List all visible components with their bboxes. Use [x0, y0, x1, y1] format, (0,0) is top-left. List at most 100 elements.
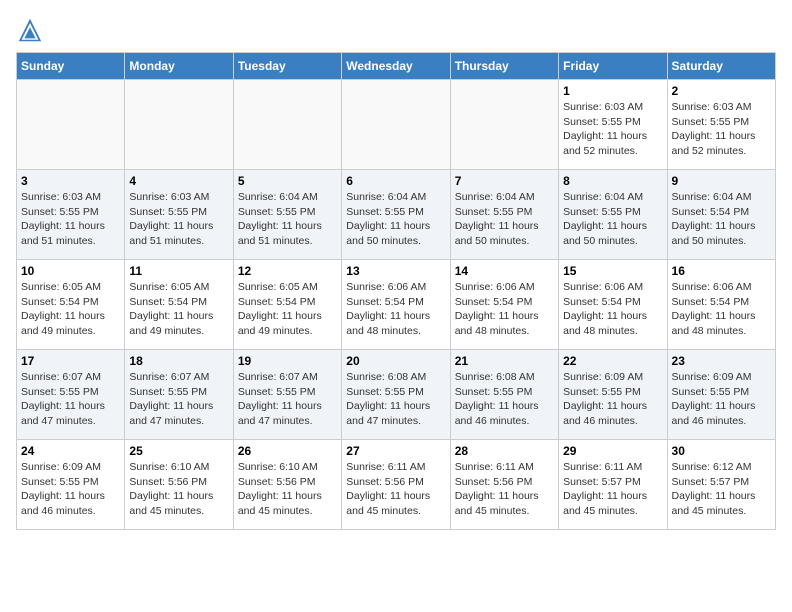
day-info: Sunrise: 6:09 AMSunset: 5:55 PMDaylight:…: [672, 370, 771, 429]
calendar-cell: 18 Sunrise: 6:07 AMSunset: 5:55 PMDayligh…: [125, 350, 233, 440]
day-info: Sunrise: 6:09 AMSunset: 5:55 PMDaylight:…: [21, 460, 120, 519]
day-number: 27: [346, 444, 445, 458]
calendar-table: SundayMondayTuesdayWednesdayThursdayFrid…: [16, 52, 776, 530]
calendar-cell: 22 Sunrise: 6:09 AMSunset: 5:55 PMDayligh…: [559, 350, 667, 440]
calendar-cell: 29 Sunrise: 6:11 AMSunset: 5:57 PMDayligh…: [559, 440, 667, 530]
day-number: 30: [672, 444, 771, 458]
calendar-cell: 2Sunrise: 6:03 AMSunset: 5:55 PMDaylight…: [667, 80, 775, 170]
day-info: Sunrise: 6:07 AMSunset: 5:55 PMDaylight:…: [21, 370, 120, 429]
calendar-week-row: 17Sunrise: 6:07 AMSunset: 5:55 PMDayligh…: [17, 350, 776, 440]
day-info: Sunrise: 6:08 AMSunset: 5:55 PMDaylight:…: [455, 370, 554, 429]
day-info: Sunrise: 6:06 AMSunset: 5:54 PMDaylight:…: [672, 280, 771, 339]
calendar-cell: 9Sunrise: 6:04 AMSunset: 5:54 PMDaylight…: [667, 170, 775, 260]
day-number: 9: [672, 174, 771, 188]
day-number: 22: [563, 354, 662, 368]
calendar-cell: 12 Sunrise: 6:05 AMSunset: 5:54 PMDayligh…: [233, 260, 341, 350]
calendar-header-monday: Monday: [125, 53, 233, 80]
day-info: Sunrise: 6:03 AMSunset: 5:55 PMDaylight:…: [563, 100, 662, 159]
calendar-week-row: 1 Sunrise: 6:03 AMSunset: 5:55 PMDaylight…: [17, 80, 776, 170]
calendar-cell: [17, 80, 125, 170]
calendar-cell: [233, 80, 341, 170]
day-number: 7: [455, 174, 554, 188]
calendar-cell: 16 Sunrise: 6:06 AMSunset: 5:54 PMDayligh…: [667, 260, 775, 350]
day-number: 29: [563, 444, 662, 458]
day-number: 14: [455, 264, 554, 278]
day-info: Sunrise: 6:11 AMSunset: 5:57 PMDaylight:…: [563, 460, 662, 519]
calendar-cell: 21Sunrise: 6:08 AMSunset: 5:55 PMDayligh…: [450, 350, 558, 440]
day-info: Sunrise: 6:11 AMSunset: 5:56 PMDaylight:…: [346, 460, 445, 519]
calendar-cell: 14 Sunrise: 6:06 AMSunset: 5:54 PMDayligh…: [450, 260, 558, 350]
day-number: 6: [346, 174, 445, 188]
logo-icon: [16, 16, 44, 44]
calendar-week-row: 10Sunrise: 6:05 AMSunset: 5:54 PMDayligh…: [17, 260, 776, 350]
day-info: Sunrise: 6:06 AMSunset: 5:54 PMDaylight:…: [563, 280, 662, 339]
calendar-cell: 24 Sunrise: 6:09 AMSunset: 5:55 PMDayligh…: [17, 440, 125, 530]
day-info: Sunrise: 6:04 AMSunset: 5:55 PMDaylight:…: [455, 190, 554, 249]
day-info: Sunrise: 6:05 AMSunset: 5:54 PMDaylight:…: [129, 280, 228, 339]
calendar-cell: 28Sunrise: 6:11 AMSunset: 5:56 PMDayligh…: [450, 440, 558, 530]
calendar-cell: 7 Sunrise: 6:04 AMSunset: 5:55 PMDaylight…: [450, 170, 558, 260]
day-info: Sunrise: 6:09 AMSunset: 5:55 PMDaylight:…: [563, 370, 662, 429]
day-number: 16: [672, 264, 771, 278]
calendar-header-sunday: Sunday: [17, 53, 125, 80]
day-number: 23: [672, 354, 771, 368]
day-number: 8: [563, 174, 662, 188]
day-number: 3: [21, 174, 120, 188]
day-info: Sunrise: 6:03 AMSunset: 5:55 PMDaylight:…: [21, 190, 120, 249]
calendar-header-wednesday: Wednesday: [342, 53, 450, 80]
calendar-header-tuesday: Tuesday: [233, 53, 341, 80]
calendar-cell: [125, 80, 233, 170]
calendar-cell: 26Sunrise: 6:10 AMSunset: 5:56 PMDayligh…: [233, 440, 341, 530]
page-header: [16, 16, 776, 44]
calendar-header-row: SundayMondayTuesdayWednesdayThursdayFrid…: [17, 53, 776, 80]
day-info: Sunrise: 6:03 AMSunset: 5:55 PMDaylight:…: [129, 190, 228, 249]
calendar-cell: 17Sunrise: 6:07 AMSunset: 5:55 PMDayligh…: [17, 350, 125, 440]
calendar-cell: 6 Sunrise: 6:04 AMSunset: 5:55 PMDaylight…: [342, 170, 450, 260]
calendar-cell: 11 Sunrise: 6:05 AMSunset: 5:54 PMDayligh…: [125, 260, 233, 350]
day-info: Sunrise: 6:10 AMSunset: 5:56 PMDaylight:…: [129, 460, 228, 519]
calendar-cell: 13 Sunrise: 6:06 AMSunset: 5:54 PMDayligh…: [342, 260, 450, 350]
day-info: Sunrise: 6:06 AMSunset: 5:54 PMDaylight:…: [346, 280, 445, 339]
calendar-cell: 23 Sunrise: 6:09 AMSunset: 5:55 PMDayligh…: [667, 350, 775, 440]
day-number: 15: [563, 264, 662, 278]
day-number: 24: [21, 444, 120, 458]
calendar-cell: 10Sunrise: 6:05 AMSunset: 5:54 PMDayligh…: [17, 260, 125, 350]
calendar-cell: 8 Sunrise: 6:04 AMSunset: 5:55 PMDaylight…: [559, 170, 667, 260]
day-number: 18: [129, 354, 228, 368]
calendar-header-saturday: Saturday: [667, 53, 775, 80]
day-number: 25: [129, 444, 228, 458]
calendar-header-thursday: Thursday: [450, 53, 558, 80]
calendar-cell: 27 Sunrise: 6:11 AMSunset: 5:56 PMDayligh…: [342, 440, 450, 530]
day-info: Sunrise: 6:07 AMSunset: 5:55 PMDaylight:…: [238, 370, 337, 429]
day-info: Sunrise: 6:04 AMSunset: 5:55 PMDaylight:…: [563, 190, 662, 249]
calendar-cell: 5 Sunrise: 6:04 AMSunset: 5:55 PMDaylight…: [233, 170, 341, 260]
day-number: 13: [346, 264, 445, 278]
logo: [16, 16, 48, 44]
calendar-week-row: 24 Sunrise: 6:09 AMSunset: 5:55 PMDayligh…: [17, 440, 776, 530]
day-number: 11: [129, 264, 228, 278]
day-number: 1: [563, 84, 662, 98]
calendar-cell: 30Sunrise: 6:12 AMSunset: 5:57 PMDayligh…: [667, 440, 775, 530]
day-number: 26: [238, 444, 337, 458]
calendar-cell: [342, 80, 450, 170]
day-info: Sunrise: 6:11 AMSunset: 5:56 PMDaylight:…: [455, 460, 554, 519]
day-number: 20: [346, 354, 445, 368]
day-number: 2: [672, 84, 771, 98]
day-number: 12: [238, 264, 337, 278]
day-number: 4: [129, 174, 228, 188]
calendar-cell: 25 Sunrise: 6:10 AMSunset: 5:56 PMDayligh…: [125, 440, 233, 530]
day-info: Sunrise: 6:04 AMSunset: 5:55 PMDaylight:…: [346, 190, 445, 249]
day-info: Sunrise: 6:04 AMSunset: 5:55 PMDaylight:…: [238, 190, 337, 249]
calendar-cell: 19 Sunrise: 6:07 AMSunset: 5:55 PMDayligh…: [233, 350, 341, 440]
day-info: Sunrise: 6:05 AMSunset: 5:54 PMDaylight:…: [238, 280, 337, 339]
day-number: 19: [238, 354, 337, 368]
calendar-cell: [450, 80, 558, 170]
calendar-cell: 15 Sunrise: 6:06 AMSunset: 5:54 PMDayligh…: [559, 260, 667, 350]
day-info: Sunrise: 6:05 AMSunset: 5:54 PMDaylight:…: [21, 280, 120, 339]
day-number: 5: [238, 174, 337, 188]
day-info: Sunrise: 6:07 AMSunset: 5:55 PMDaylight:…: [129, 370, 228, 429]
calendar-week-row: 3 Sunrise: 6:03 AMSunset: 5:55 PMDaylight…: [17, 170, 776, 260]
calendar-cell: 20Sunrise: 6:08 AMSunset: 5:55 PMDayligh…: [342, 350, 450, 440]
day-info: Sunrise: 6:06 AMSunset: 5:54 PMDaylight:…: [455, 280, 554, 339]
calendar-header-friday: Friday: [559, 53, 667, 80]
